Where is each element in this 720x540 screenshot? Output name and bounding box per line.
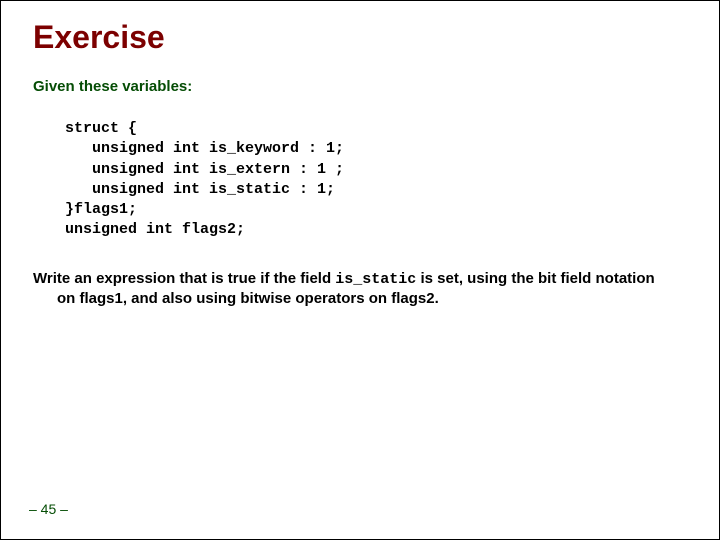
slide-title: Exercise bbox=[33, 19, 691, 56]
question-part1: Write an expression that is true if the … bbox=[33, 270, 335, 287]
question-inline-code: is_static bbox=[335, 271, 416, 288]
code-block: struct { unsigned int is_keyword : 1; un… bbox=[65, 119, 691, 241]
intro-text: Given these variables: bbox=[33, 78, 691, 95]
question-text: Write an expression that is true if the … bbox=[33, 269, 673, 309]
page-number: – 45 – bbox=[29, 501, 68, 517]
